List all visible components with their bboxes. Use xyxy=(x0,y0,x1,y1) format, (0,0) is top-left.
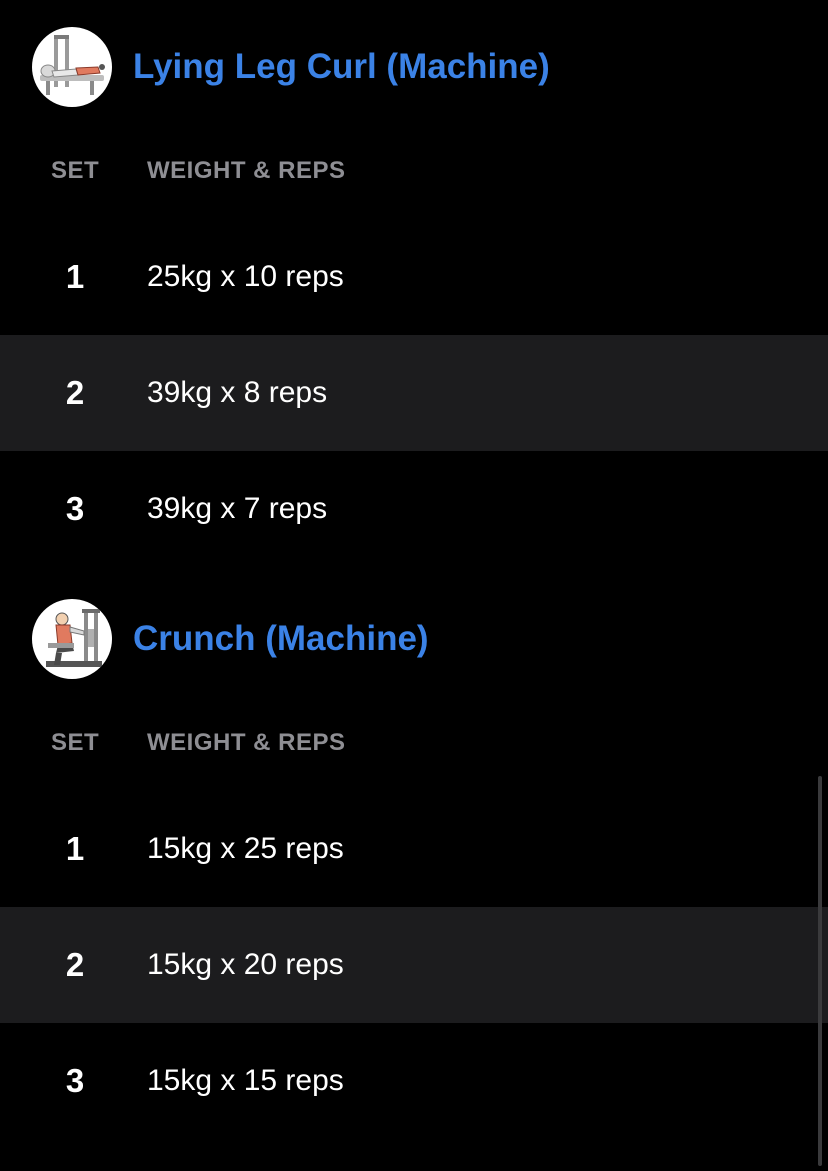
set-row[interactable]: 3 39kg x 7 reps xyxy=(0,451,828,567)
set-number: 1 xyxy=(65,830,85,867)
set-number: 2 xyxy=(65,946,85,983)
set-number: 2 xyxy=(65,374,85,411)
weight-reps-column-header: WEIGHT & REPS xyxy=(147,157,346,184)
exercise-header[interactable]: Crunch (Machine) xyxy=(0,599,828,679)
weight-reps-value: 15kg x 20 reps xyxy=(147,948,344,981)
leg-curl-machine-icon[interactable] xyxy=(32,27,112,107)
weight-reps-column-header: WEIGHT & REPS xyxy=(147,729,346,756)
set-row[interactable]: 1 15kg x 25 reps xyxy=(0,791,828,907)
set-row[interactable]: 2 39kg x 8 reps xyxy=(0,335,828,451)
set-column-header: SET xyxy=(51,157,100,184)
set-table-header: SET WEIGHT & REPS xyxy=(0,151,828,191)
set-number: 3 xyxy=(65,1062,85,1099)
weight-reps-value: 39kg x 8 reps xyxy=(147,376,328,409)
weight-reps-value: 39kg x 7 reps xyxy=(147,492,328,525)
set-table-header: SET WEIGHT & REPS xyxy=(0,723,828,763)
weight-reps-value: 15kg x 25 reps xyxy=(147,832,344,865)
exercise-title[interactable]: Crunch (Machine) xyxy=(133,599,429,679)
weight-reps-value: 15kg x 15 reps xyxy=(147,1064,344,1097)
exercise-title[interactable]: Lying Leg Curl (Machine) xyxy=(133,27,550,107)
set-number: 3 xyxy=(65,490,85,527)
set-row[interactable]: 2 15kg x 20 reps xyxy=(0,907,828,1023)
set-number: 1 xyxy=(65,258,85,295)
workout-detail-page: Lying Leg Curl (Machine) SET WEIGHT & RE… xyxy=(0,0,828,1171)
exercise-header[interactable]: Lying Leg Curl (Machine) xyxy=(0,27,828,107)
set-row[interactable]: 3 15kg x 15 reps xyxy=(0,1023,828,1139)
set-row[interactable]: 1 25kg x 10 reps xyxy=(0,219,828,335)
scrollbar[interactable] xyxy=(818,776,822,1166)
weight-reps-value: 25kg x 10 reps xyxy=(147,260,344,293)
set-column-header: SET xyxy=(51,729,100,756)
crunch-machine-icon[interactable] xyxy=(32,599,112,679)
